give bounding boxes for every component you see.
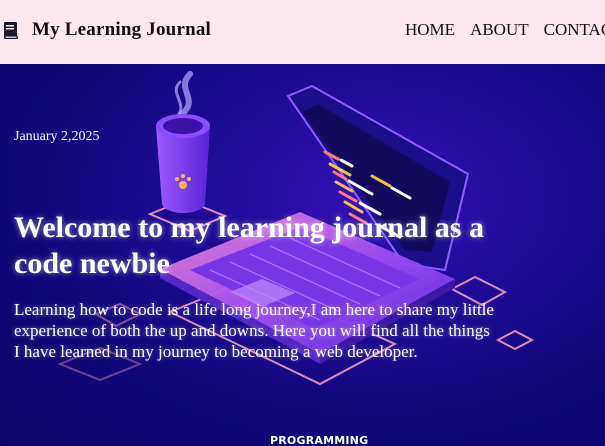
post-category[interactable]: PROGRAMMING [270, 434, 368, 446]
site-title[interactable]: My Learning Journal [32, 19, 211, 41]
hero-description: Learning how to code is a life long jour… [14, 300, 494, 361]
book-icon [4, 22, 18, 39]
hero-banner: January 2,2025 Welcome to my learning jo… [0, 64, 605, 446]
nav-home-link[interactable]: HOME [405, 20, 455, 40]
post-date: January 2,2025 [14, 129, 100, 144]
nav-contact-link[interactable]: CONTACT [544, 20, 605, 40]
hero-title: Welcome to my learning journal as a code… [14, 211, 484, 280]
site-header: My Learning Journal HOME ABOUT CONTACT [0, 0, 605, 64]
nav-about-link[interactable]: ABOUT [470, 20, 529, 40]
main-nav: HOME ABOUT CONTACT [405, 20, 605, 40]
